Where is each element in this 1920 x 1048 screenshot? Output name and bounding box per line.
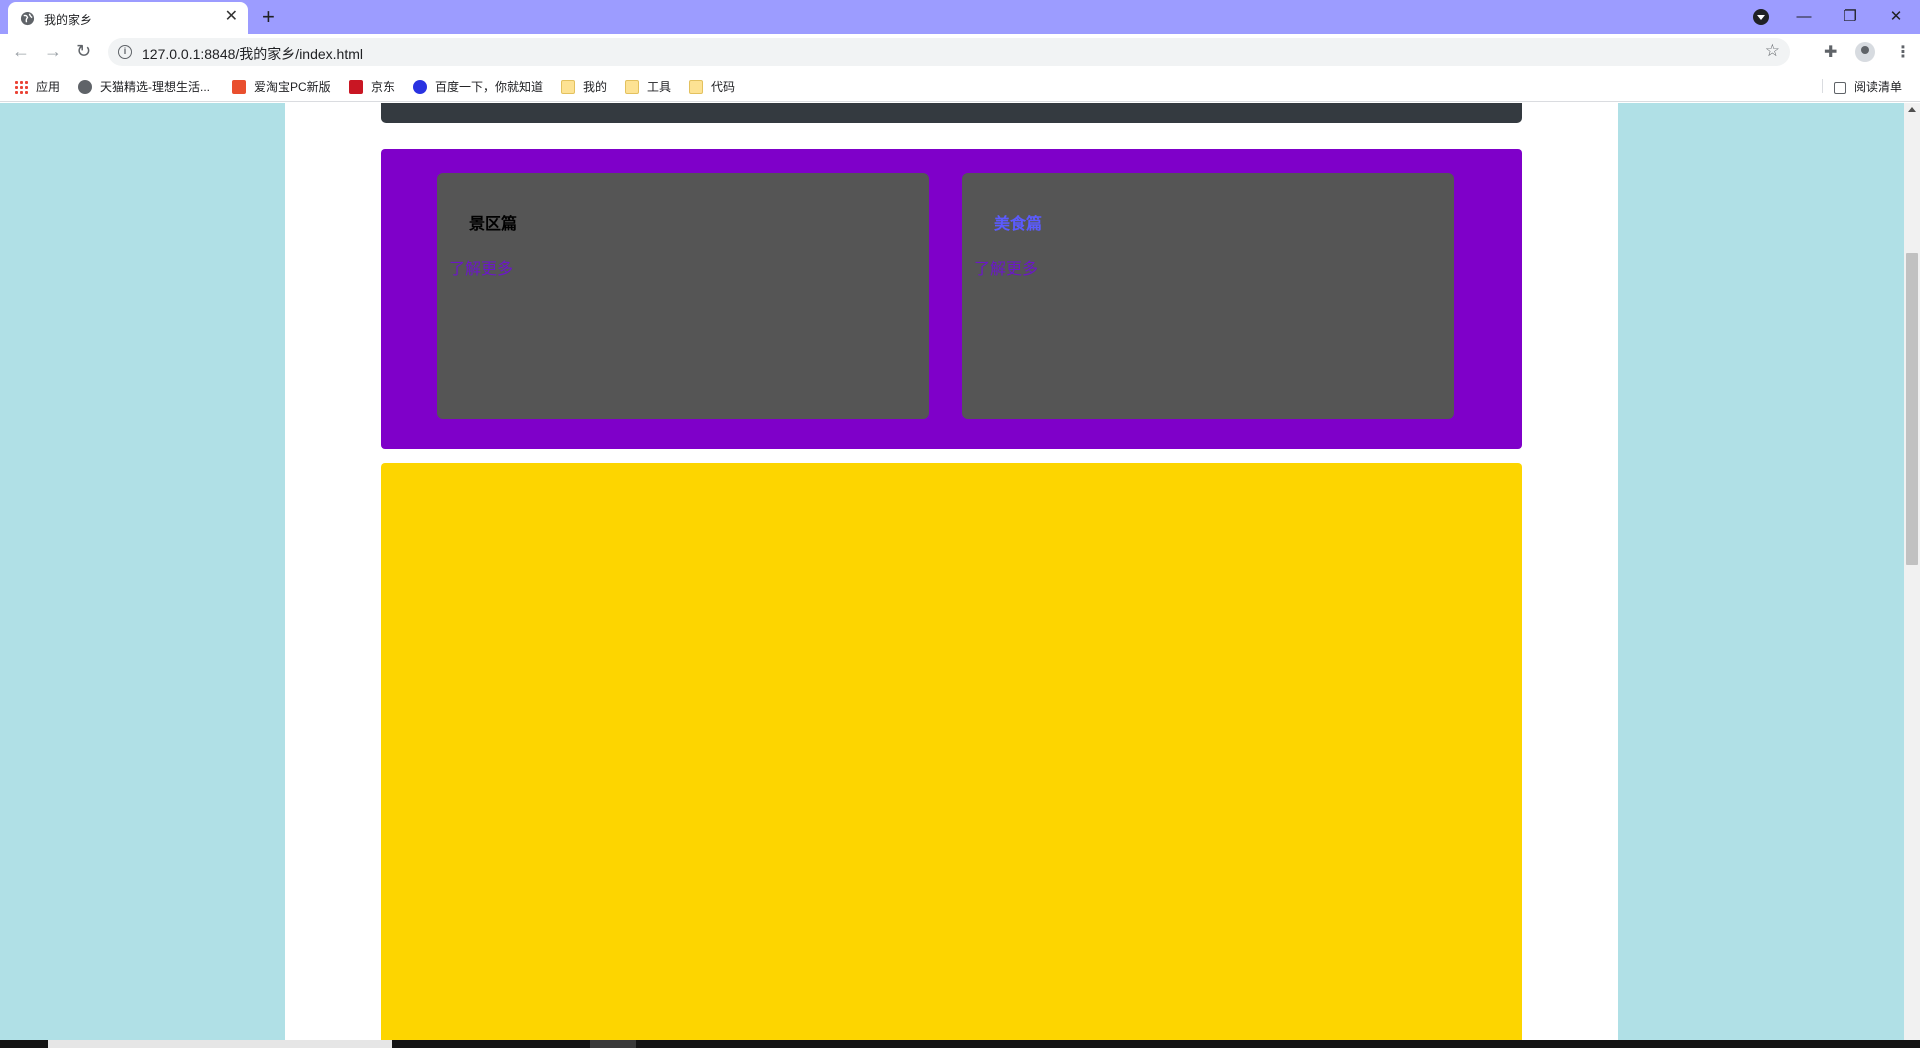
page-viewport: 景区篇 了解更多 美食篇 了解更多 xyxy=(0,103,1904,1040)
back-button[interactable]: ← xyxy=(12,41,30,61)
aitaobao-icon xyxy=(232,80,246,94)
os-taskbar xyxy=(0,1040,1920,1048)
scenic-learn-more-link[interactable]: 了解更多 xyxy=(449,255,513,279)
tab-search-icon[interactable] xyxy=(1753,9,1769,25)
browser-toolbar: ← → ↻ i 127.0.0.1:8848/我的家乡/index.html ☆ xyxy=(0,34,1920,70)
forward-button[interactable]: → xyxy=(44,41,62,61)
folder-icon xyxy=(689,80,703,94)
globe-icon xyxy=(78,80,92,94)
reading-list-button[interactable]: 阅读清单 xyxy=(1834,78,1902,95)
folder-icon xyxy=(625,80,639,94)
food-learn-more-link[interactable]: 了解更多 xyxy=(974,255,1038,279)
bookmark-aitaobao[interactable]: 爱淘宝PC新版 xyxy=(232,78,331,94)
page-scrollbar[interactable] xyxy=(1904,103,1920,1040)
browser-menu-icon[interactable]: ⋮ xyxy=(1895,42,1911,62)
top-nav-bar xyxy=(381,103,1522,123)
tab-close-icon[interactable]: ✕ xyxy=(225,8,238,26)
profile-avatar-icon[interactable] xyxy=(1855,42,1875,62)
taskbar-app-button[interactable] xyxy=(590,1040,636,1048)
jd-icon xyxy=(349,80,363,94)
bookmark-jd[interactable]: 京东 xyxy=(349,78,395,94)
close-window-button[interactable]: ✕ xyxy=(1873,4,1919,30)
reload-button[interactable]: ↻ xyxy=(76,41,91,61)
food-card: 美食篇 了解更多 xyxy=(962,173,1454,419)
browser-titlebar: 我的家乡 ✕ + — ❐ ✕ xyxy=(0,0,1920,34)
bookmark-folder-code[interactable]: 代码 xyxy=(689,78,735,94)
bookmark-tmall[interactable]: 天猫精选-理想生活... xyxy=(78,78,210,94)
minimize-button[interactable]: — xyxy=(1781,4,1827,30)
scenic-card: 景区篇 了解更多 xyxy=(437,173,929,419)
bookmark-baidu[interactable]: 百度一下，你就知道 xyxy=(413,78,543,94)
site-info-icon[interactable]: i xyxy=(118,45,132,59)
bookmark-star-icon[interactable]: ☆ xyxy=(1765,41,1780,61)
bookmark-folder-mine[interactable]: 我的 xyxy=(561,78,607,94)
extensions-icon[interactable]: ✚ xyxy=(1824,42,1837,62)
restore-button[interactable]: ❐ xyxy=(1827,4,1873,30)
address-bar[interactable]: i 127.0.0.1:8848/我的家乡/index.html ☆ xyxy=(108,38,1790,66)
globe-icon xyxy=(20,11,35,26)
scroll-up-arrow-icon[interactable] xyxy=(1908,107,1916,112)
scenic-card-title: 景区篇 xyxy=(469,216,518,233)
apps-icon xyxy=(14,80,28,94)
browser-tab[interactable]: 我的家乡 ✕ xyxy=(8,2,248,34)
tab-title: 我的家乡 xyxy=(44,13,93,27)
new-tab-button[interactable]: + xyxy=(262,4,275,30)
scrollbar-thumb[interactable] xyxy=(1906,253,1918,565)
bookmarks-bar: 应用 天猫精选-理想生活... 爱淘宝PC新版 京东 百度一下，你就知道 我的 … xyxy=(0,70,1920,102)
bookmarks-divider xyxy=(1822,79,1823,93)
bookmark-apps[interactable]: 应用 xyxy=(14,78,60,94)
food-card-title[interactable]: 美食篇 xyxy=(994,210,1042,234)
folder-icon xyxy=(561,80,575,94)
baidu-icon xyxy=(413,80,427,94)
taskbar-search-box[interactable] xyxy=(48,1040,392,1048)
page-container: 景区篇 了解更多 美食篇 了解更多 xyxy=(285,103,1618,1040)
url-text[interactable]: 127.0.0.1:8848/我的家乡/index.html xyxy=(142,44,363,64)
bookmark-folder-tools[interactable]: 工具 xyxy=(625,78,671,94)
reading-list-icon xyxy=(1834,82,1846,94)
yellow-section xyxy=(381,463,1522,1040)
feature-section: 景区篇 了解更多 美食篇 了解更多 xyxy=(381,149,1522,449)
